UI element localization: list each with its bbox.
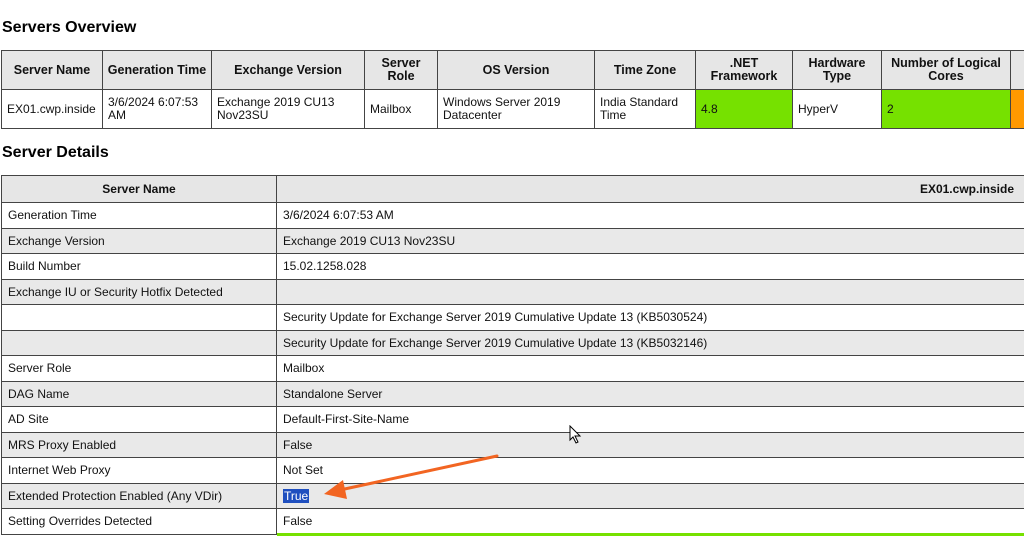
col-os-version: OS Version <box>437 50 595 90</box>
row-label: DAG Name <box>1 380 277 407</box>
overview-row: EX01.cwp.inside 3/6/2024 6:07:53 AM Exch… <box>1 89 1024 129</box>
cell-net-framework: 4.8 <box>695 89 793 129</box>
details-row: Server Role Mailbox <box>1 355 1024 382</box>
row-value: Not Set <box>276 457 1024 484</box>
details-row: Security Update for Exchange Server 2019… <box>1 304 1024 331</box>
details-row: Security Update for Exchange Server 2019… <box>1 329 1024 356</box>
row-value: 15.02.1258.028 <box>276 253 1024 280</box>
col-server-role: Server Role <box>364 50 438 90</box>
row-label: Setting Overrides Detected <box>1 508 277 535</box>
cell-next-status <box>1010 89 1024 129</box>
col-logical-cores: Number of Logical Cores <box>881 50 1011 90</box>
details-row: Build Number 15.02.1258.028 <box>1 253 1024 280</box>
overview-header-row: Server Name Generation Time Exchange Ver… <box>1 50 1024 90</box>
row-label: Server Role <box>1 355 277 382</box>
details-header-value: EX01.cwp.inside <box>276 175 1024 203</box>
row-value[interactable]: True <box>276 482 1024 509</box>
row-value: 3/6/2024 6:07:53 AM <box>276 202 1024 229</box>
row-label: Internet Web Proxy <box>1 457 277 484</box>
col-hardware-type: Hardware Type <box>792 50 882 90</box>
details-row: MRS Proxy Enabled False <box>1 431 1024 458</box>
cell-time-zone: India Standard Time <box>594 89 696 129</box>
cell-hardware-type: HyperV <box>792 89 882 129</box>
details-row: Internet Web Proxy Not Set <box>1 457 1024 484</box>
row-value: Standalone Server <box>276 380 1024 407</box>
row-label: Build Number <box>1 253 277 280</box>
selected-text-highlight[interactable]: True <box>283 488 310 503</box>
details-row: Exchange Version Exchange 2019 CU13 Nov2… <box>1 227 1024 254</box>
col-server-name: Server Name <box>1 50 103 90</box>
row-value: False <box>276 431 1024 458</box>
row-value <box>276 278 1024 305</box>
row-label: Exchange Version <box>1 227 277 254</box>
details-row: DAG Name Standalone Server <box>1 380 1024 407</box>
row-value: Exchange 2019 CU13 Nov23SU <box>276 227 1024 254</box>
row-value: Mailbox <box>276 355 1024 382</box>
cell-os-version: Windows Server 2019 Datacenter <box>437 89 595 129</box>
servers-overview-table: Server Name Generation Time Exchange Ver… <box>1 50 1024 129</box>
cell-server-name: EX01.cwp.inside <box>1 89 103 129</box>
details-header-row: Server Name EX01.cwp.inside <box>1 175 1024 203</box>
server-details-title: Server Details <box>2 144 109 161</box>
col-net-framework: .NET Framework <box>695 50 793 90</box>
row-label <box>1 329 277 356</box>
cell-logical-cores: 2 <box>881 89 1011 129</box>
row-value: Security Update for Exchange Server 2019… <box>276 304 1024 331</box>
details-row: Generation Time 3/6/2024 6:07:53 AM <box>1 202 1024 229</box>
row-label: Extended Protection Enabled (Any VDir) <box>1 482 277 509</box>
mouse-pointer-icon <box>569 425 582 444</box>
row-label: Exchange IU or Security Hotfix Detected <box>1 278 277 305</box>
col-next <box>1010 50 1024 90</box>
row-label <box>1 304 277 331</box>
cell-generation-time: 3/6/2024 6:07:53 AM <box>102 89 212 129</box>
details-row: Setting Overrides Detected False <box>1 508 1024 535</box>
row-label: AD Site <box>1 406 277 433</box>
col-generation-time: Generation Time <box>102 50 212 90</box>
cell-server-role: Mailbox <box>364 89 438 129</box>
details-row: Extended Protection Enabled (Any VDir) T… <box>1 482 1024 509</box>
details-row: AD Site Default-First-Site-Name <box>1 406 1024 433</box>
row-label: MRS Proxy Enabled <box>1 431 277 458</box>
details-header-label: Server Name <box>1 175 277 203</box>
details-row: Exchange IU or Security Hotfix Detected <box>1 278 1024 305</box>
servers-overview-title: Servers Overview <box>2 19 137 36</box>
row-value: False <box>276 508 1024 535</box>
col-time-zone: Time Zone <box>594 50 696 90</box>
server-details-table: Server Name EX01.cwp.inside Generation T… <box>1 175 1024 535</box>
row-label: Generation Time <box>1 202 277 229</box>
cell-exchange-version: Exchange 2019 CU13 Nov23SU <box>211 89 365 129</box>
row-value: Default-First-Site-Name <box>276 406 1024 433</box>
col-exchange-version: Exchange Version <box>211 50 365 90</box>
row-value: Security Update for Exchange Server 2019… <box>276 329 1024 356</box>
